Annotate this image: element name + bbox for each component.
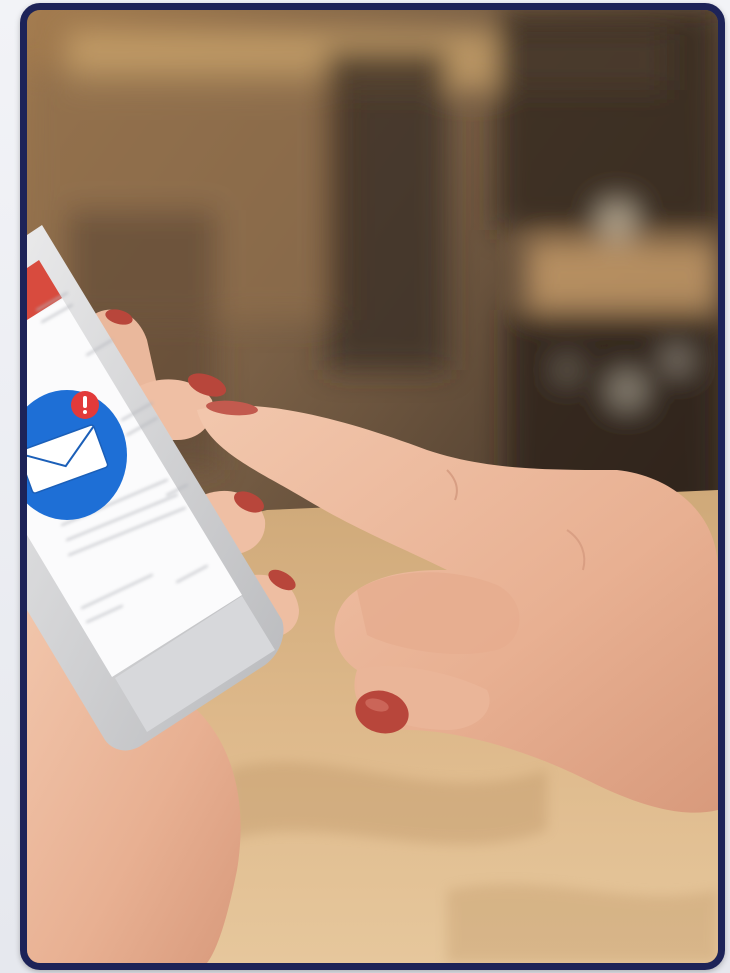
- page: [0, 0, 730, 973]
- photo-frame: [20, 3, 725, 970]
- smartphone-email-photo: [27, 10, 718, 963]
